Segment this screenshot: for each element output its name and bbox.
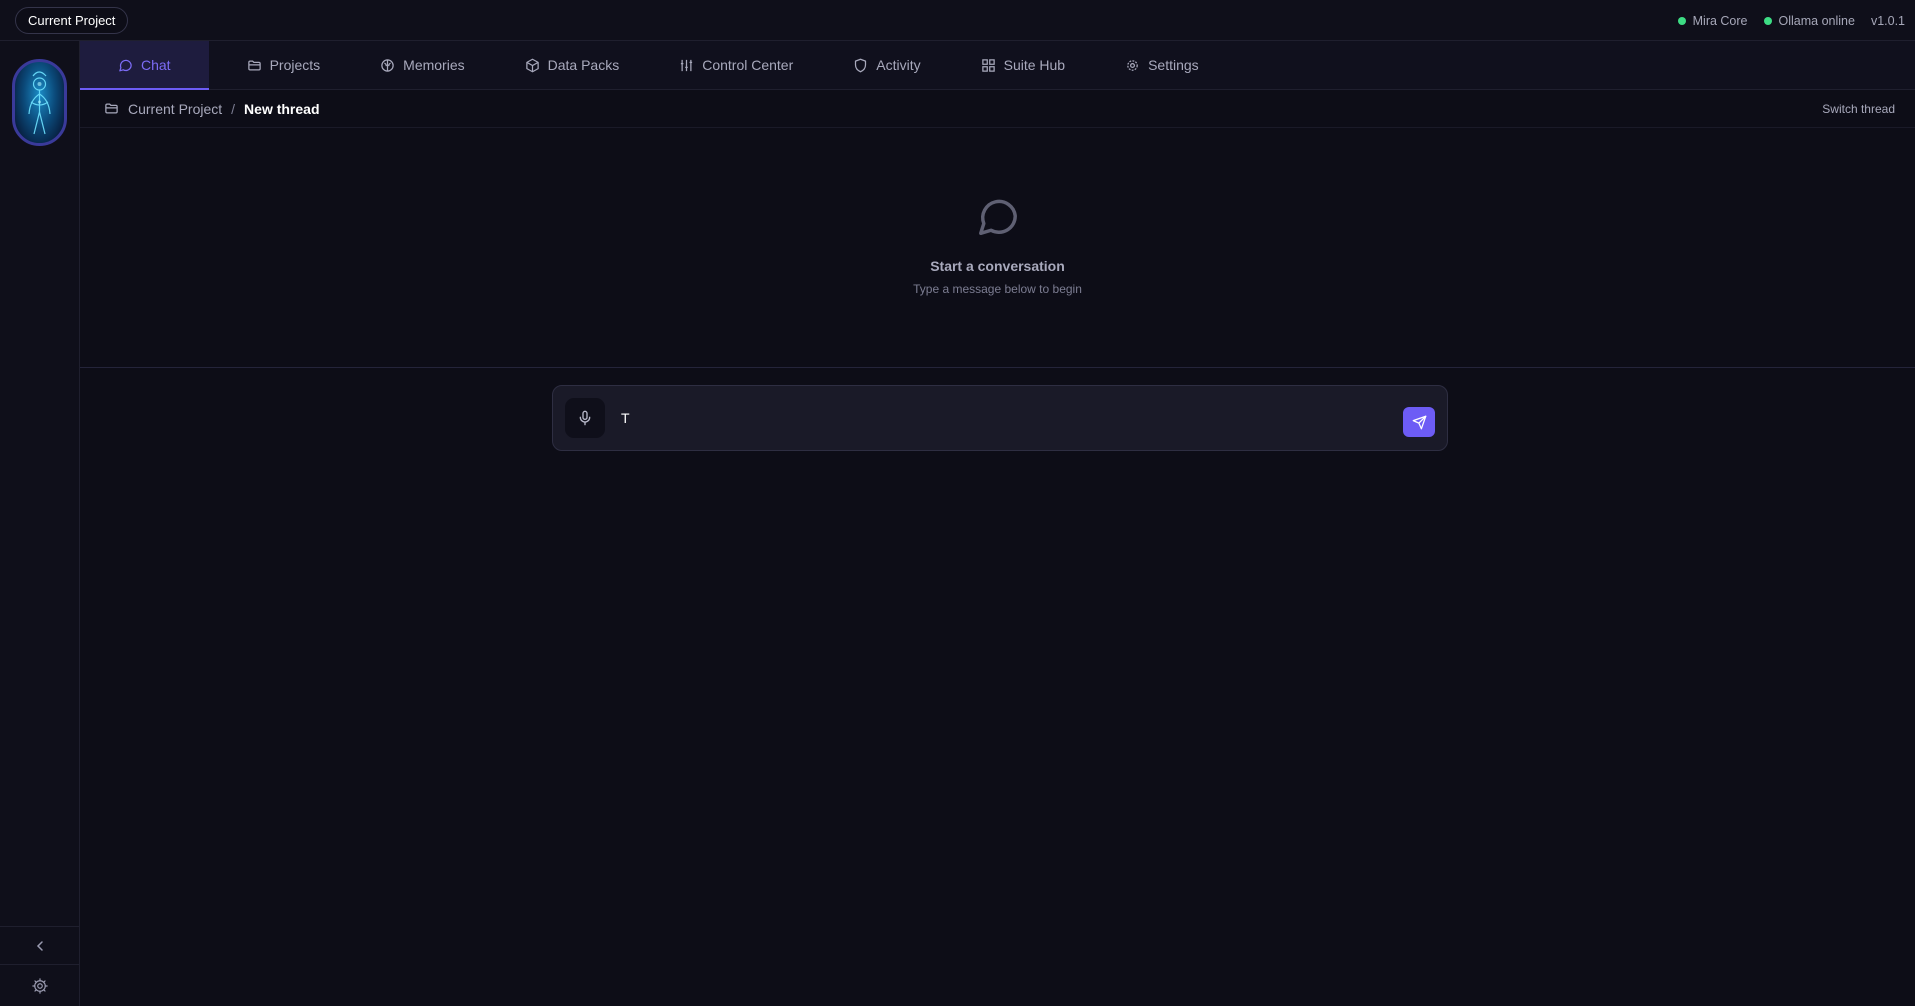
- tab-label: Chat: [141, 57, 171, 73]
- tab-label: Control Center: [702, 57, 794, 73]
- tab-activity[interactable]: Activity: [815, 41, 942, 89]
- tab-data-packs[interactable]: Data Packs: [487, 41, 642, 89]
- chat-bubble-icon: [978, 199, 1017, 236]
- breadcrumb-separator: /: [231, 100, 236, 117]
- current-project-label: Current Project: [28, 12, 116, 28]
- gear-icon: [1127, 59, 1138, 71]
- status-dot-icon: [1763, 16, 1772, 25]
- empty-state-subtitle: Type a message below to begin: [913, 282, 1082, 296]
- switch-thread-label: Switch thread: [1822, 102, 1895, 116]
- empty-state-title: Start a conversation: [930, 258, 1065, 274]
- message-composer: [552, 385, 1448, 451]
- microphone-button[interactable]: [565, 398, 605, 438]
- avatar-figure-icon: [28, 71, 51, 135]
- sidebar: [0, 41, 80, 1006]
- tab-projects[interactable]: Projects: [209, 41, 343, 89]
- tab-memories[interactable]: Memories: [342, 41, 486, 89]
- breadcrumb-project[interactable]: Current Project: [128, 101, 222, 117]
- sidebar-footer: [0, 926, 79, 1006]
- tab-settings[interactable]: Settings: [1087, 41, 1221, 89]
- sliders-icon: [681, 59, 693, 71]
- breadcrumb: Current Project / New thread: [104, 101, 320, 117]
- status-mira-core: Mira Core: [1677, 13, 1748, 28]
- tab-chat[interactable]: Chat: [80, 41, 209, 90]
- folder-icon: [105, 103, 118, 114]
- status-area: Mira Core Ollama online v1.0.1: [1677, 0, 1905, 41]
- breadcrumb-thread: New thread: [244, 100, 320, 117]
- switch-thread-button[interactable]: Switch thread: [1822, 90, 1895, 128]
- status-label: Mira Core: [1692, 13, 1748, 28]
- tab-suite-hub[interactable]: Suite Hub: [943, 41, 1087, 89]
- sidebar-settings-button[interactable]: [0, 964, 79, 1006]
- package-icon: [525, 58, 539, 72]
- grid-icon: [981, 58, 995, 72]
- shield-icon: [855, 58, 867, 72]
- current-project-button[interactable]: Current Project: [15, 6, 129, 34]
- breadcrumb-bar: Current Project / New thread Switch thre…: [80, 90, 1915, 128]
- folder-icon: [247, 60, 261, 70]
- tab-label: Projects: [269, 57, 321, 73]
- tab-label: Data Packs: [547, 57, 620, 73]
- send-button[interactable]: [1403, 407, 1435, 437]
- tab-label: Suite Hub: [1003, 57, 1066, 73]
- message-input[interactable]: [617, 400, 1377, 436]
- chat-messages-area: Start a conversation Type a message belo…: [80, 128, 1915, 368]
- version-label: v1.0.1: [1870, 13, 1905, 28]
- avatar[interactable]: [12, 59, 67, 146]
- tab-control-center[interactable]: Control Center: [641, 41, 815, 89]
- top-bar: Current Project Mira Core Ollama online …: [0, 0, 1915, 41]
- status-label: Ollama online: [1778, 13, 1855, 28]
- status-dot-icon: [1677, 16, 1686, 25]
- gear-icon: [31, 977, 48, 994]
- tab-label: Memories: [403, 57, 465, 73]
- status-ollama: Ollama online: [1763, 13, 1855, 28]
- brain-icon: [381, 58, 394, 72]
- chevron-left-icon: [36, 940, 43, 951]
- chat-icon: [119, 59, 132, 71]
- empty-state: Start a conversation Type a message belo…: [80, 194, 1915, 296]
- send-icon: [1412, 415, 1426, 429]
- collapse-sidebar-button[interactable]: [0, 926, 79, 964]
- tab-label: Settings: [1148, 57, 1199, 73]
- microphone-icon: [579, 410, 591, 426]
- main-nav: Chat Projects Memories Data Packs Contro…: [80, 41, 1915, 90]
- tab-label: Activity: [876, 57, 921, 73]
